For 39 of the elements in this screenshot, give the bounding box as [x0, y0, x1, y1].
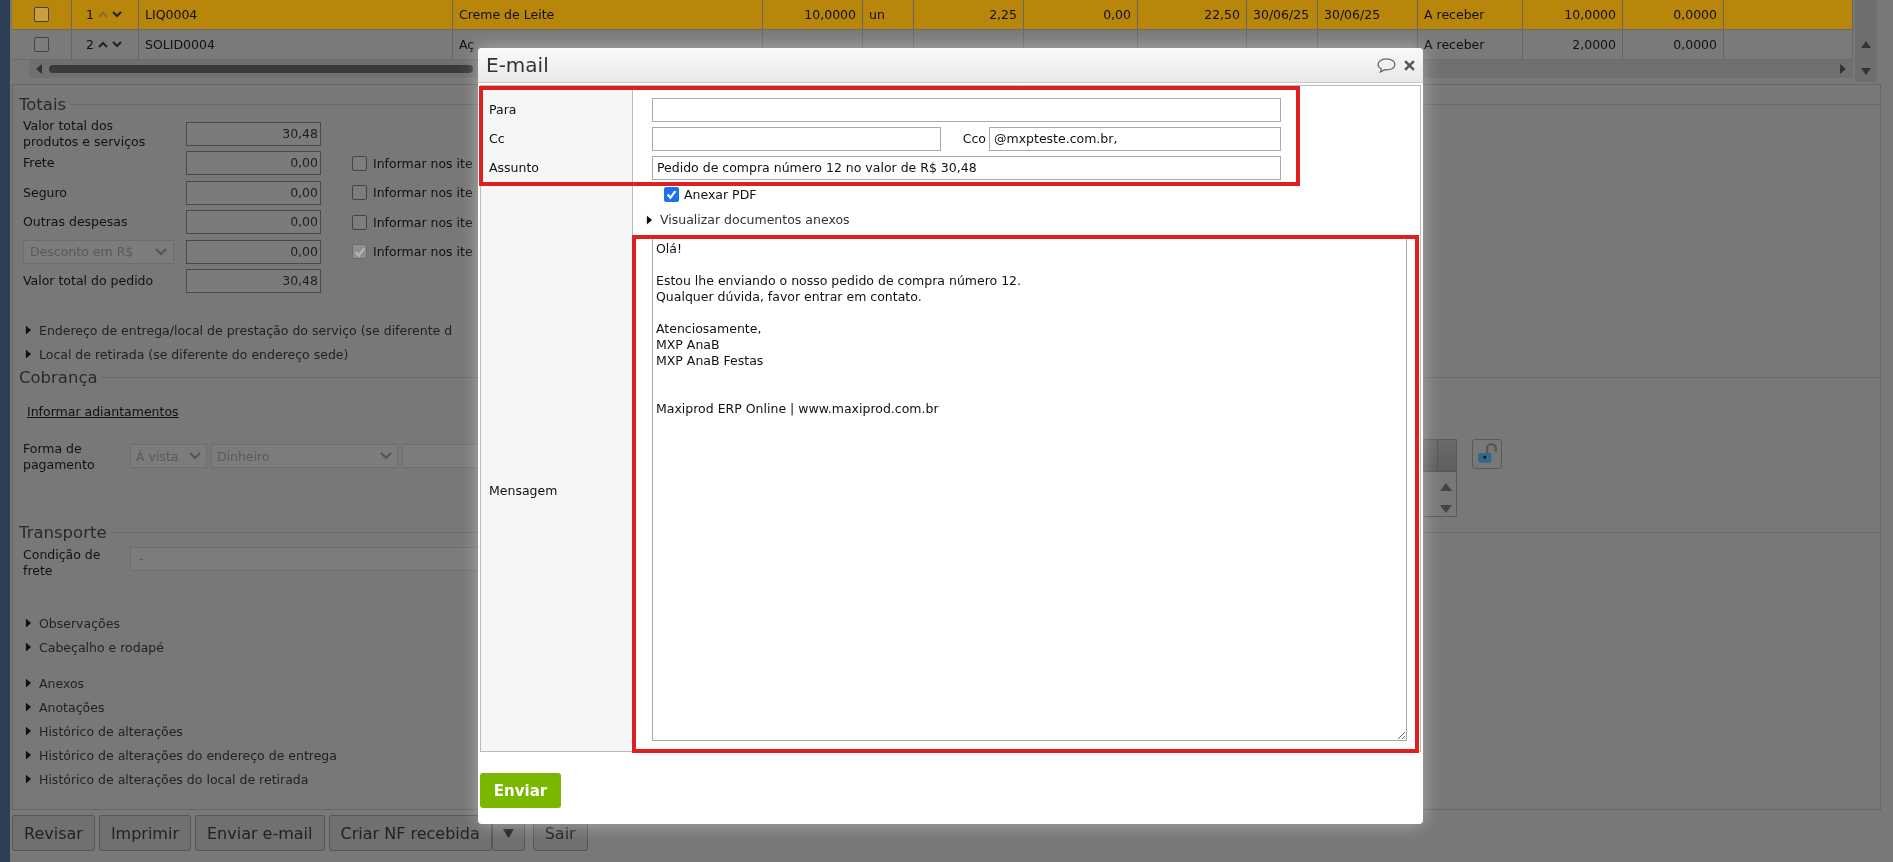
row-number: 1: [86, 7, 94, 22]
table-cell: 0,0000: [1673, 7, 1717, 22]
field-label: Para: [488, 102, 518, 117]
checkbox-label: Informar nos ite: [373, 214, 473, 230]
table-cell: A receber: [1424, 7, 1485, 22]
field-label: Frete: [23, 155, 56, 172]
table-cell: un: [869, 7, 885, 22]
checkbox-label: Informar nos ite: [373, 155, 473, 171]
table-cell: A receber: [1424, 37, 1485, 52]
field-label: Valor total dos produtos e serviços: [23, 117, 147, 150]
table-cell: Aç: [459, 37, 475, 52]
field-label: Mensagem: [488, 483, 559, 498]
field-label: Condição de frete: [23, 547, 102, 579]
section-title: Transporte: [19, 522, 107, 542]
section-title: Cobrança: [19, 367, 98, 387]
field-label: Valor total do pedido: [23, 273, 155, 290]
field-label: Seguro: [23, 184, 68, 201]
table-cell: 30/06/25: [1324, 7, 1381, 22]
field-label: Forma de pagamento: [23, 441, 96, 473]
checkbox-label: Informar nos ite: [373, 244, 473, 260]
table-cell: 10,0000: [1564, 7, 1616, 22]
table-cell: Creme de Leite: [459, 7, 555, 22]
field-label: Cc: [488, 131, 506, 146]
table-cell: 2,25: [989, 7, 1017, 22]
table-cell: 10,0000: [804, 7, 856, 22]
table-cell: 30/06/25: [1253, 7, 1310, 22]
field-label: Cco: [961, 131, 987, 146]
field-label: Assunto: [488, 160, 540, 175]
table-cell: 0,00: [1103, 7, 1131, 22]
table-cell: SOLID0004: [145, 37, 215, 52]
table-cell: 22,50: [1204, 7, 1240, 22]
section-title: Totais: [19, 94, 67, 114]
field-label: Outras despesas: [23, 214, 129, 231]
table-cell: LIQ0004: [145, 7, 198, 22]
row-number: 2: [86, 37, 94, 52]
checkbox-label: Informar nos ite: [373, 185, 473, 201]
table-cell: 0,0000: [1673, 37, 1717, 52]
table-cell: 2,0000: [1572, 37, 1616, 52]
checkbox-label: Anexar PDF: [684, 187, 757, 202]
